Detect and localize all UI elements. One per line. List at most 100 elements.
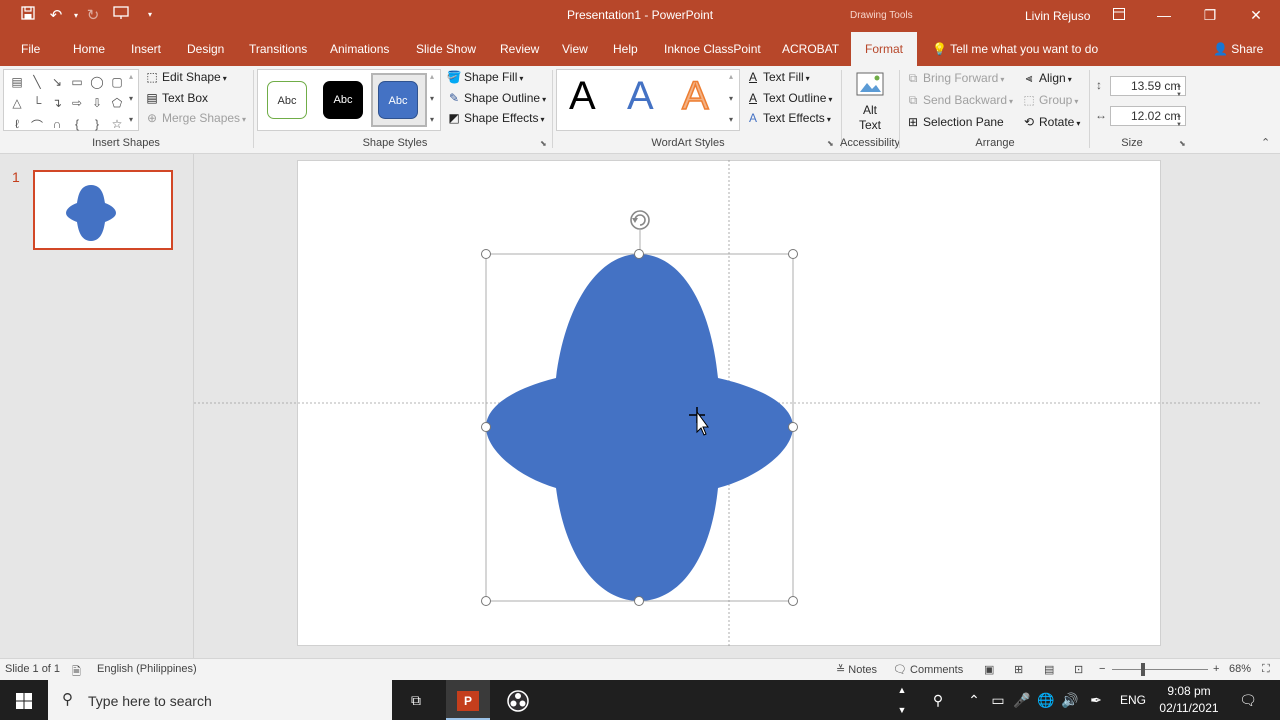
style-swatch-outline-green[interactable]: Abc (267, 81, 307, 119)
styles-down-icon[interactable]: ▾ (430, 94, 434, 103)
windows-start-icon[interactable] (0, 680, 48, 720)
freeform-shape-icon[interactable]: ⬠ (108, 96, 126, 110)
zoom-out-icon[interactable]: − (1099, 663, 1105, 675)
tab-transitions[interactable]: Transitions (249, 32, 307, 66)
text-effects-button[interactable]: A Text Effects ▾ (745, 108, 831, 128)
rounded-rectangle-shape-icon[interactable]: ▢ (108, 75, 126, 89)
align-button[interactable]: ⫷ Align ▾ (1021, 68, 1072, 88)
alt-text-button[interactable]: Alt Text (849, 68, 891, 134)
tab-animations[interactable]: Animations (330, 32, 389, 66)
textbox-shape-icon[interactable]: ▤ (8, 75, 26, 89)
width-spin-down-icon[interactable]: ▼ (1176, 116, 1182, 134)
tab-home[interactable]: Home (73, 32, 105, 66)
minimize-icon[interactable]: — (1141, 0, 1187, 32)
right-arrow-shape-icon[interactable]: ⇨ (68, 96, 86, 110)
wordart-down-icon[interactable]: ▾ (729, 94, 733, 103)
language-indicator[interactable]: English (Philippines) (97, 663, 197, 675)
arrow-line-shape-icon[interactable]: ↘ (48, 75, 66, 89)
left-brace-shape-icon[interactable]: { (68, 117, 86, 131)
resize-handle-bottom-right[interactable] (788, 596, 798, 606)
zoom-slider-track[interactable] (1112, 669, 1208, 670)
reading-view-icon[interactable]: ▤ (1044, 663, 1054, 676)
wordart-gallery[interactable]: A A A ▴ ▾ ▾ (556, 69, 740, 131)
resize-handle-top[interactable] (634, 249, 644, 259)
share-button[interactable]: 👤 Share (1213, 32, 1263, 66)
notification-center-icon[interactable]: 🗨 (1236, 680, 1260, 720)
right-brace-shape-icon[interactable]: } (88, 117, 106, 131)
slide-thumbnail[interactable] (33, 170, 173, 250)
tab-help[interactable]: Help (613, 32, 638, 66)
text-box-button[interactable]: ▤ Text Box (144, 88, 208, 108)
taskbar-clock[interactable]: 9:08 pm 02/11/2021 (1152, 683, 1226, 717)
shapes-gallery[interactable]: ▤ ╲ ↘ ▭ ◯ ▢ △ └ ↴ ⇨ ⇩ ⬠ ℓ ⌒ ∩ { } ☆ ▴ ▾ … (3, 69, 139, 134)
size-launcher-icon[interactable]: ⬊ (1179, 139, 1186, 148)
shape-styles-launcher-icon[interactable]: ⬊ (540, 139, 547, 148)
wordart-orange-style[interactable]: A (681, 73, 709, 119)
rotate-button[interactable]: ⟲ Rotate ▾ (1021, 112, 1080, 132)
send-backward-button[interactable]: ⧉ Send Backward ▾ (905, 90, 1013, 110)
wordart-up-icon[interactable]: ▴ (729, 72, 733, 81)
merge-shapes-button[interactable]: ⊕ Merge Shapes ▾ (144, 108, 246, 128)
tab-design[interactable]: Design (187, 32, 224, 66)
tab-review[interactable]: Review (500, 32, 539, 66)
fit-to-window-icon[interactable]: ⛶ (1262, 663, 1270, 676)
oval-shape-icon[interactable]: ◯ (88, 75, 106, 89)
selection-pane-button[interactable]: ⊞ Selection Pane (905, 112, 1004, 132)
elbow-connector-shape-icon[interactable]: ↴ (48, 96, 66, 110)
tab-slide-show[interactable]: Slide Show (416, 32, 476, 66)
tab-view[interactable]: View (562, 32, 588, 66)
obs-taskbar-icon[interactable] (496, 680, 540, 720)
arc-shape-icon[interactable]: ⌒ (28, 117, 46, 134)
slide-show-icon[interactable]: ⊡ (1074, 663, 1083, 676)
zoom-in-icon[interactable]: + (1213, 663, 1219, 675)
shape-outline-button[interactable]: ✎ Shape Outline ▾ (446, 88, 546, 108)
show-hidden-icons[interactable]: ⌃ (964, 680, 984, 720)
rotate-handle-icon[interactable] (630, 210, 650, 230)
task-view-icon[interactable]: ⧉ (396, 680, 436, 720)
resize-handle-bottom[interactable] (634, 596, 644, 606)
taskbar-search-box[interactable]: ⚲ Type here to search (48, 680, 392, 720)
powerpoint-taskbar-icon[interactable]: P (446, 680, 490, 720)
tab-format[interactable]: Format (851, 32, 918, 66)
styles-more-icon[interactable]: ▾ (430, 115, 434, 124)
connector-shape-icon[interactable]: └ (28, 96, 46, 110)
battery-icon[interactable]: ▭ (988, 680, 1008, 720)
zoom-level[interactable]: 68% (1229, 663, 1251, 675)
resize-handle-left[interactable] (481, 422, 491, 432)
resize-handle-top-right[interactable] (788, 249, 798, 259)
slide-sorter-icon[interactable]: ⊞ (1014, 663, 1023, 676)
shape-height-input[interactable]: 13.59 cm ▲ ▼ (1110, 76, 1186, 98)
pen-workspace-icon[interactable]: ✒ (1086, 680, 1106, 720)
tab-inknoe-classpoint[interactable]: Inknoe ClassPoint (664, 32, 761, 66)
wordart-blue-style[interactable]: A (627, 74, 654, 119)
tab-insert[interactable]: Insert (131, 32, 161, 66)
style-swatch-blue[interactable]: Abc (378, 81, 418, 119)
shape-width-input[interactable]: 12.02 cm ▲ ▼ (1110, 106, 1186, 128)
close-icon[interactable]: ✕ (1233, 0, 1279, 32)
resize-handle-right[interactable] (788, 422, 798, 432)
bring-forward-button[interactable]: ⧉ Bring Forward ▾ (905, 68, 1005, 88)
star-shape-icon[interactable]: ☆ (108, 117, 126, 131)
down-arrow-shape-icon[interactable]: ⇩ (88, 96, 106, 110)
scribble-shape-icon[interactable]: ℓ (8, 117, 26, 131)
people-icon[interactable]: ⚲ (926, 680, 950, 720)
gallery-up-icon[interactable]: ▴ (129, 72, 133, 81)
collapse-ribbon-icon[interactable]: ⌃ (1261, 136, 1270, 149)
wordart-launcher-icon[interactable]: ⬊ (827, 139, 834, 148)
taskbar-scroll-down-icon[interactable]: ▼ (893, 700, 911, 720)
volume-icon[interactable]: 🔊 (1060, 680, 1080, 720)
wordart-more-icon[interactable]: ▾ (729, 115, 733, 124)
zoom-slider-thumb[interactable] (1141, 663, 1145, 676)
shape-styles-gallery[interactable]: Abc Abc Abc ▴ ▾ ▾ (257, 69, 441, 131)
shape-effects-button[interactable]: ◩ Shape Effects ▾ (446, 108, 544, 128)
styles-up-icon[interactable]: ▴ (430, 72, 434, 81)
tell-me-search[interactable]: 💡 Tell me what you want to do (932, 32, 1098, 66)
gallery-more-icon[interactable]: ▾ (129, 115, 133, 124)
style-swatch-black[interactable]: Abc (323, 81, 363, 119)
height-spin-down-icon[interactable]: ▼ (1176, 86, 1182, 104)
gallery-down-icon[interactable]: ▾ (129, 94, 133, 103)
triangle-shape-icon[interactable]: △ (8, 96, 26, 110)
tab-file[interactable]: File (21, 32, 40, 66)
user-name[interactable]: Livin Rejuso (1025, 9, 1090, 23)
line-shape-icon[interactable]: ╲ (28, 75, 46, 89)
